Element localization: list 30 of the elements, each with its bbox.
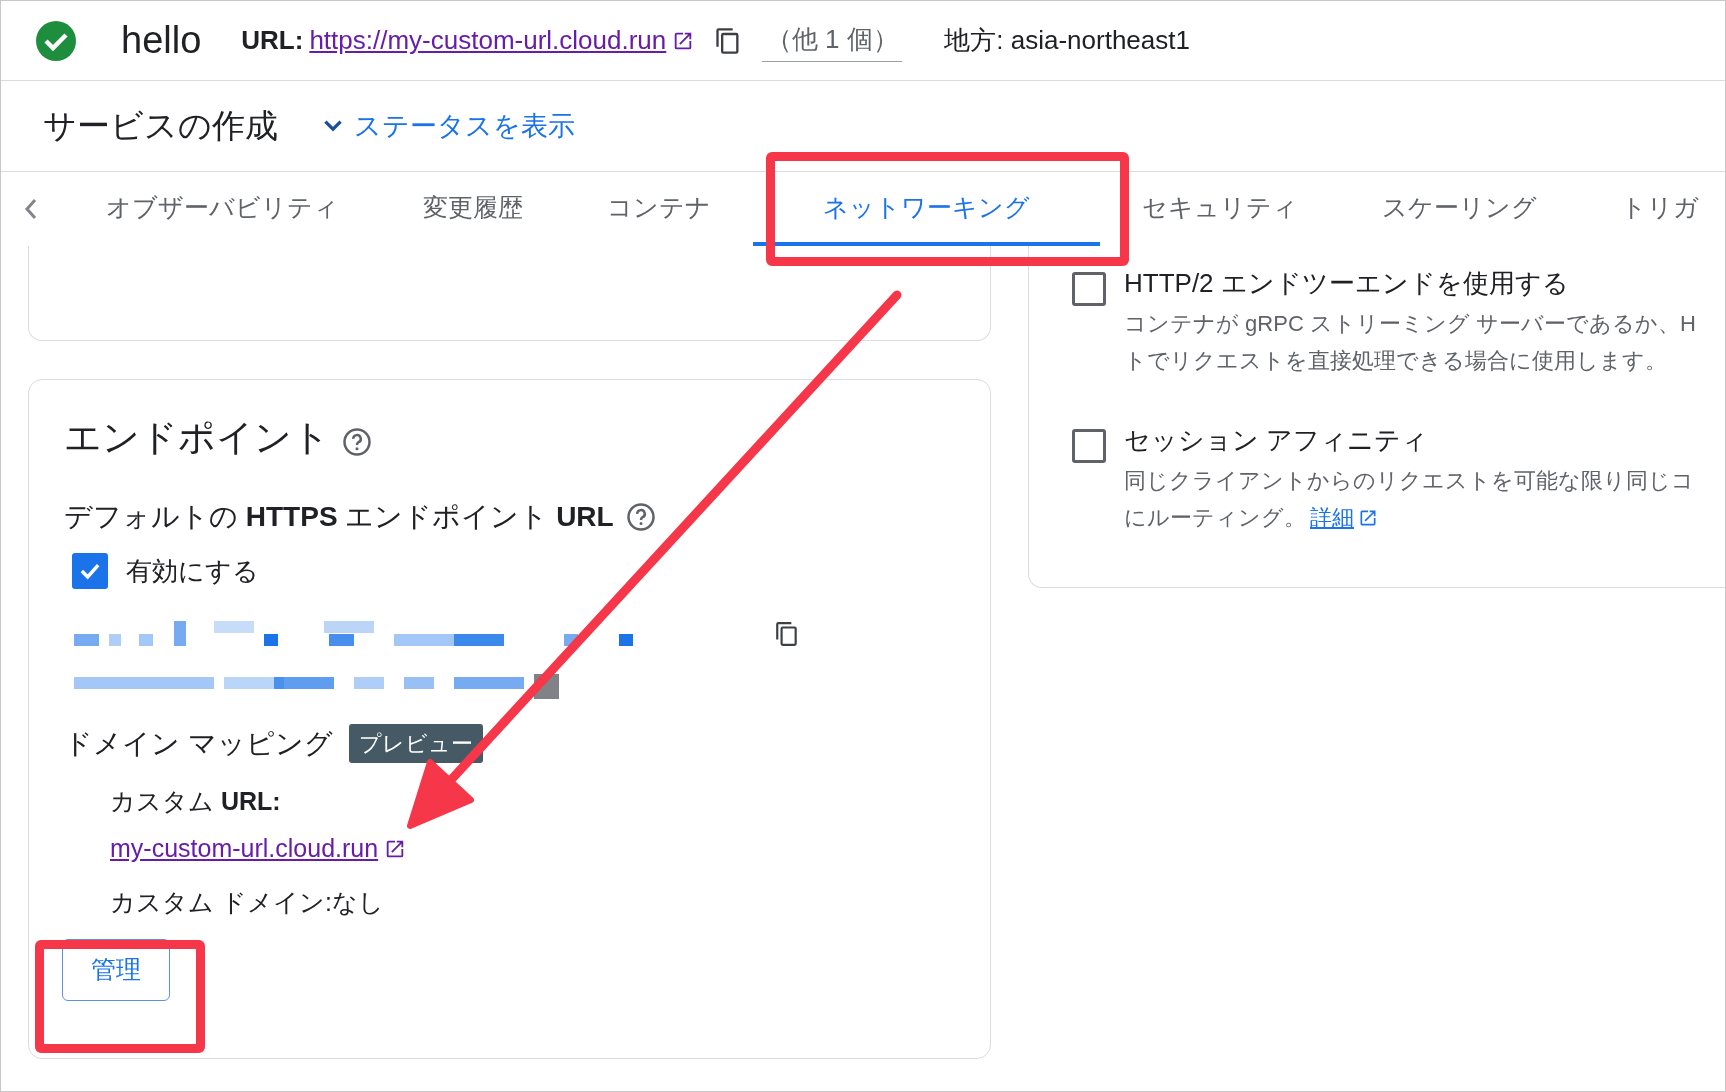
checkbox-label: HTTP/2 エンドツーエンドを使用する bbox=[1124, 267, 1570, 300]
region-text: 地方: asia-northeast1 bbox=[944, 24, 1190, 57]
tab[interactable]: トリガ bbox=[1579, 172, 1725, 246]
description-text: トでリクエストを直接処理できる場合に使用します。 bbox=[1124, 347, 1667, 375]
manage-button[interactable]: 管理 bbox=[62, 939, 170, 1001]
description-text: にルーティング。 bbox=[1124, 504, 1306, 532]
custom-url-label: カスタム URL: bbox=[110, 785, 281, 817]
checkbox-label: 有効にする bbox=[126, 554, 259, 588]
details-link[interactable]: 詳細 bbox=[1310, 501, 1354, 534]
description-text: コンテナが gRPC ストリーミング サーバーであるか、H bbox=[1124, 310, 1696, 338]
show-status-link[interactable]: ステータスを表示 bbox=[320, 105, 575, 147]
custom-domain-text: カスタム ドメイン:なし bbox=[110, 886, 384, 918]
other-urls-dropdown[interactable]: （他 1 個） bbox=[762, 19, 903, 62]
tab[interactable]: コンテナ bbox=[565, 172, 753, 246]
section-title: エンドポイント bbox=[64, 416, 330, 460]
tab[interactable]: 変更履歴 bbox=[381, 172, 565, 246]
description-text: 同じクライアントからのリクエストを可能な限り同じコ bbox=[1124, 467, 1694, 495]
checkbox-label: セッション アフィニティ bbox=[1124, 424, 1430, 457]
tab[interactable]: セキュリティ bbox=[1100, 172, 1340, 246]
tab[interactable]: ネットワーキング bbox=[753, 172, 1100, 246]
service-url-link[interactable]: https://my-custom-url.cloud.run bbox=[309, 21, 667, 60]
tab[interactable]: スケーリング bbox=[1340, 172, 1579, 246]
section-heading: ドメイン マッピング bbox=[64, 726, 333, 761]
url-label: URL: bbox=[241, 24, 304, 57]
section-heading: デフォルトの HTTPS エンドポイント URL bbox=[64, 499, 614, 534]
tab[interactable]: オブザーバビリティ bbox=[64, 172, 381, 246]
custom-url-link[interactable]: my-custom-url.cloud.run bbox=[110, 830, 379, 868]
service-name: hello bbox=[121, 18, 202, 63]
page-title: サービスの作成 bbox=[43, 106, 278, 147]
preview-badge: プレビュー bbox=[348, 724, 483, 763]
